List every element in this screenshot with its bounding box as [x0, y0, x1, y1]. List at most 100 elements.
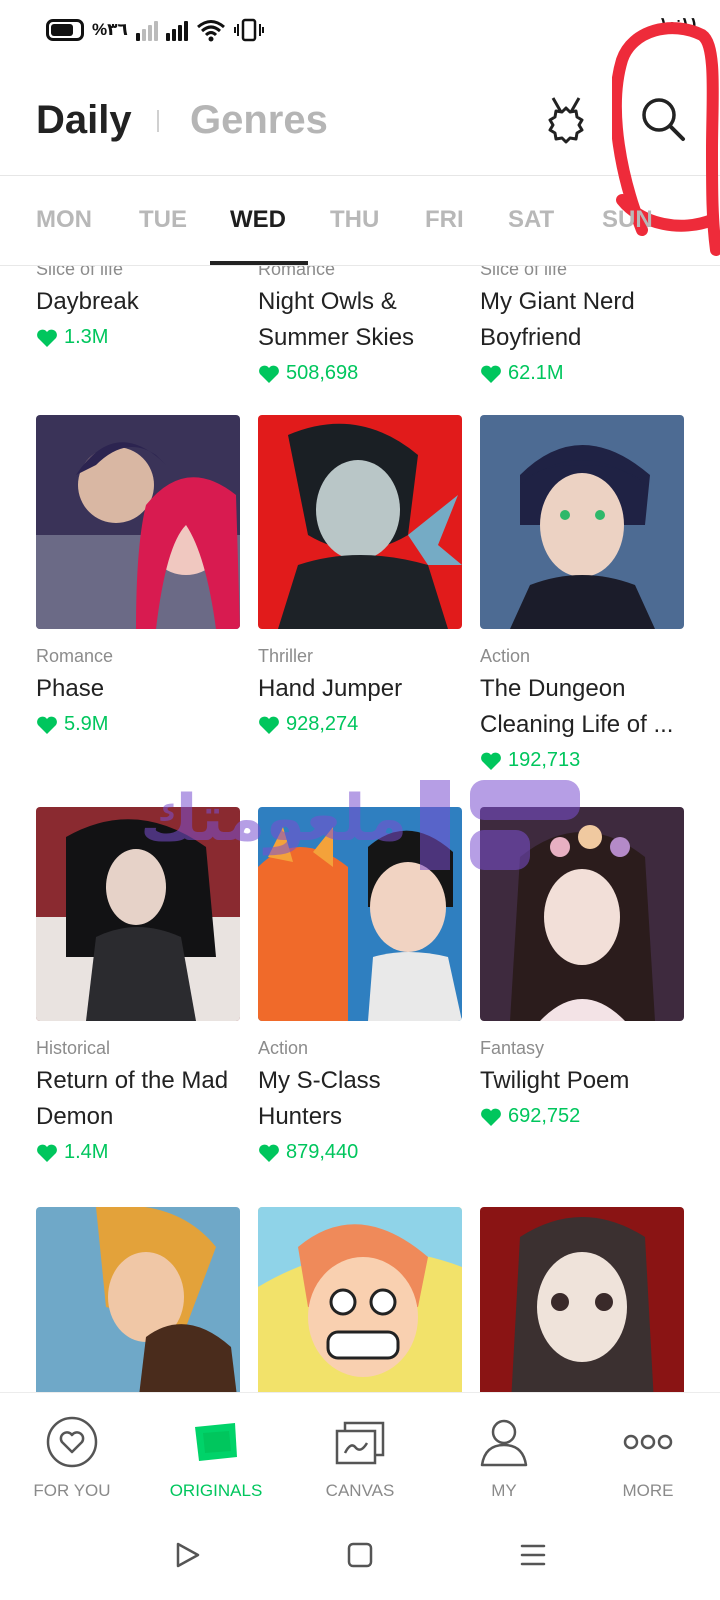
comic-card[interactable]: Romance Night Owls & Summer Skies 508,69… [258, 266, 462, 385]
comic-genre: Historical [36, 1038, 111, 1058]
vibrate-icon [233, 18, 264, 42]
comic-genre: Action [480, 646, 531, 666]
heart-icon [37, 716, 57, 734]
nav-more[interactable]: MORE [588, 1415, 708, 1501]
comic-card[interactable]: Slice of life My Giant Nerd Boyfriend 62… [480, 266, 684, 385]
menu-lines-icon[interactable] [518, 1540, 548, 1570]
comic-genre: Romance [36, 646, 114, 666]
comic-title: Daybreak [36, 288, 139, 315]
nav-label: MORE [622, 1481, 674, 1500]
comic-cover [36, 807, 240, 1021]
comic-likes: 692,752 [480, 1105, 684, 1128]
comic-card[interactable]: Thriller Hand Jumper 928,274 [258, 415, 462, 736]
search-icon[interactable] [638, 94, 688, 144]
status-icons: %٣٦ [46, 18, 264, 42]
comic-title: Night Owls & Summer Skies [258, 288, 415, 351]
tab-daily[interactable]: Daily [36, 98, 132, 143]
tab-fri[interactable]: FRI [425, 206, 464, 234]
comic-grid: Slice of life Daybreak 1.3M Romance Nigh… [0, 266, 720, 1392]
heart-circle-icon [46, 1416, 98, 1468]
likes-count: 62.1M [508, 362, 564, 384]
tab-tue[interactable]: TUE [139, 206, 187, 234]
comic-cover [480, 1207, 684, 1392]
comic-card[interactable]: Romance Phase 5.9M [36, 415, 240, 736]
comic-title: My Giant Nerd Boyfriend [480, 288, 635, 351]
comic-card[interactable]: Action The Dungeon Cleaning Life of ... … [480, 415, 684, 772]
nav-for-you[interactable]: FOR YOU [12, 1415, 132, 1501]
signal-icon-sim2 [135, 19, 158, 41]
tab-sun[interactable]: SUN [602, 206, 653, 234]
person-icon [480, 1419, 528, 1467]
comic-likes: 1.4M [36, 1141, 240, 1164]
comic-card[interactable]: Slice of life Daybreak 1.3M [36, 266, 240, 349]
back-triangle-icon[interactable] [172, 1540, 202, 1570]
heart-icon [481, 752, 501, 770]
award-icon[interactable] [543, 94, 589, 144]
comic-card[interactable] [258, 1207, 462, 1392]
comic-cover [480, 415, 684, 629]
originals-icon [195, 1423, 237, 1461]
likes-count: 192,713 [508, 749, 581, 771]
comic-title: Return of the Mad Demon [36, 1067, 229, 1130]
title-divider [157, 110, 159, 132]
heart-icon [259, 365, 279, 383]
comic-likes: 5.9M [36, 713, 240, 736]
wifi-icon [196, 20, 225, 42]
home-square-icon[interactable] [345, 1540, 375, 1570]
comic-genre: Thriller [258, 646, 314, 666]
nav-label: MY [491, 1481, 517, 1500]
likes-count: 928,274 [286, 713, 359, 735]
comic-cover [258, 807, 462, 1021]
likes-count: 1.3M [64, 326, 109, 348]
comic-cover [480, 807, 684, 1021]
comic-title: Twilight Poem [480, 1067, 630, 1094]
comic-card[interactable]: Action My S-Class Hunters 879,440 [258, 807, 462, 1164]
comic-likes: 508,698 [258, 362, 462, 385]
heart-icon [37, 329, 57, 347]
day-tabs: MON TUE WED THU FRI SAT SUN [0, 176, 720, 266]
comic-likes: 62.1M [480, 362, 684, 385]
heart-icon [481, 365, 501, 383]
tab-sat[interactable]: SAT [508, 206, 554, 234]
comic-title: Phase [36, 675, 105, 702]
more-dots-icon [623, 1434, 673, 1450]
comic-title: Hand Jumper [258, 675, 403, 702]
comic-likes: 879,440 [258, 1141, 462, 1164]
status-bar: %٣٦ ١٠:١١ [0, 0, 720, 64]
nav-label: ORIGINALS [169, 1481, 263, 1500]
comic-cover [258, 415, 462, 629]
tab-genres[interactable]: Genres [190, 98, 328, 143]
comic-cover [36, 415, 240, 629]
tab-thu[interactable]: THU [330, 206, 379, 234]
nav-my[interactable]: MY [444, 1415, 564, 1501]
comic-card[interactable]: Fantasy Twilight Poem 692,752 [480, 807, 684, 1128]
comic-cover [258, 1207, 462, 1392]
heart-icon [259, 1144, 279, 1162]
comic-genre: Slice of life [36, 266, 124, 279]
tab-wed[interactable]: WED [230, 206, 286, 234]
nav-originals[interactable]: ORIGINALS [156, 1415, 276, 1501]
clock: ١٠:١١ [659, 14, 698, 30]
comic-likes: 928,274 [258, 713, 462, 736]
tab-mon[interactable]: MON [36, 206, 92, 234]
canvas-icon [335, 1421, 385, 1465]
likes-count: 1.4M [64, 1141, 109, 1163]
comic-card[interactable]: Historical Return of the Mad Demon 1.4M [36, 807, 240, 1164]
comic-genre: Fantasy [480, 1038, 545, 1058]
comic-likes: 1.3M [36, 326, 240, 349]
comic-likes: 192,713 [480, 749, 684, 772]
comic-card[interactable] [480, 1207, 684, 1392]
signal-icon-sim1 [165, 19, 188, 41]
active-day-indicator [210, 261, 308, 265]
likes-count: 692,752 [508, 1105, 581, 1127]
heart-icon [259, 716, 279, 734]
comic-card[interactable] [36, 1207, 240, 1392]
heart-icon [481, 1108, 501, 1126]
app-header: Daily Genres [0, 64, 720, 176]
likes-count: 5.9M [64, 713, 109, 735]
comic-genre: Action [258, 1038, 309, 1058]
battery-icon [46, 19, 84, 41]
comic-title: My S-Class Hunters [258, 1067, 381, 1130]
nav-canvas[interactable]: CANVAS [300, 1415, 420, 1501]
likes-count: 879,440 [286, 1141, 359, 1163]
